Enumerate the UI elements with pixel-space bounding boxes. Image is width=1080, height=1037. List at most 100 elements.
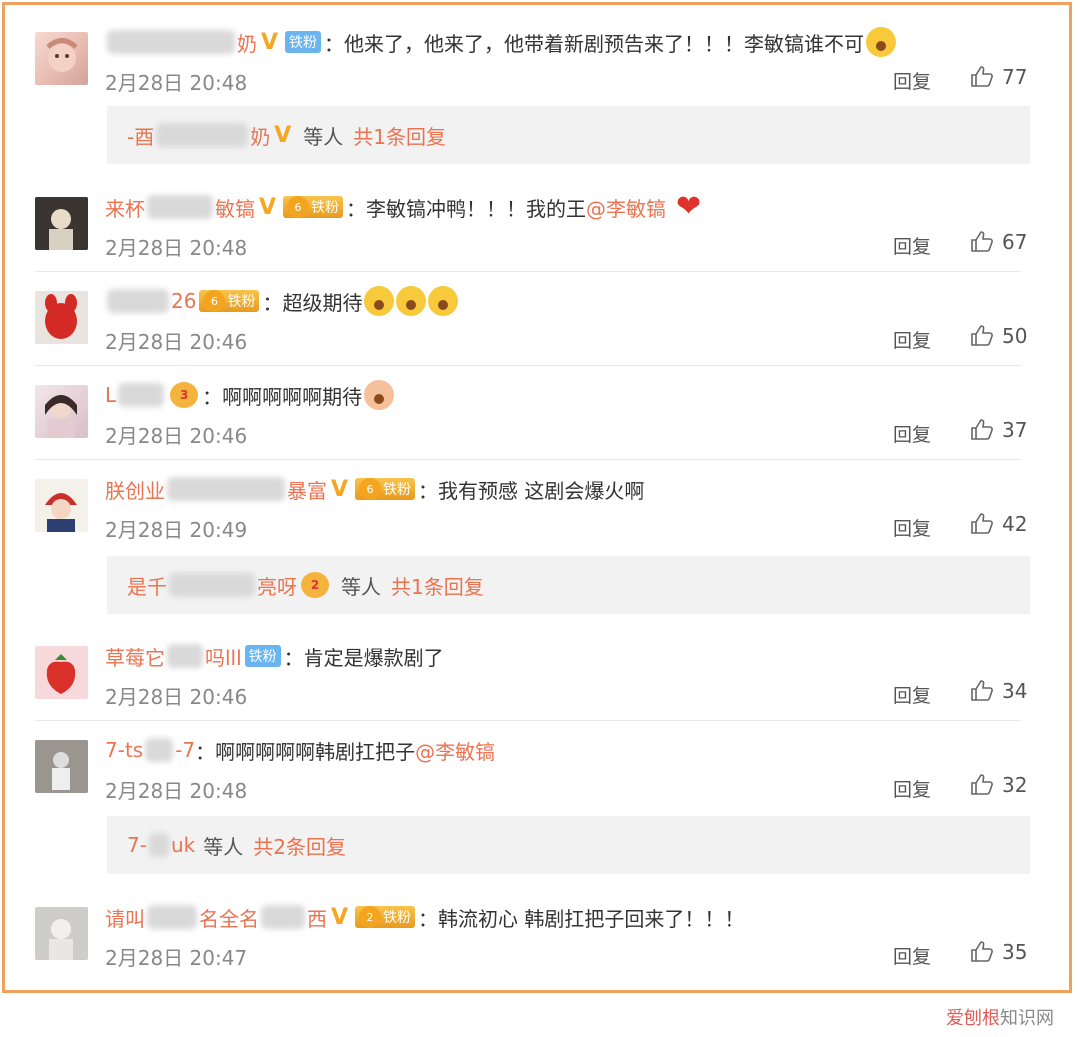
avatar[interactable] <box>35 479 88 532</box>
blurred-name <box>167 644 203 668</box>
like-button[interactable]: 37 <box>970 418 1027 442</box>
blurred-name <box>167 477 285 501</box>
comment-text: ：超级期待 <box>262 290 363 315</box>
surprised-emoji-icon <box>396 286 427 316</box>
surprised-emoji-icon <box>364 286 395 316</box>
comment-text: ：我有预感 这剧会爆火啊 <box>418 478 645 503</box>
reply-button[interactable]: 回复 <box>893 681 931 708</box>
username[interactable]: L <box>105 383 116 407</box>
fan-badge: 2 铁粉 <box>355 906 416 928</box>
crying-emoji-icon <box>866 27 897 57</box>
reply-button[interactable]: 回复 <box>893 514 931 541</box>
fan-badge: 6 铁粉 <box>355 478 416 500</box>
username[interactable]: 7-ts <box>105 738 143 762</box>
fan-badge: 6 铁粉 <box>199 290 260 312</box>
reply-button[interactable]: 回复 <box>893 232 931 259</box>
subreply-suffix: 等人 <box>341 574 381 599</box>
username[interactable]: 来杯 <box>105 193 145 222</box>
like-button[interactable]: 42 <box>970 512 1027 536</box>
like-count: 37 <box>1002 418 1028 442</box>
subreply-summary[interactable]: -酉 奶 V 等人 共1条回复 <box>107 106 1030 164</box>
like-button[interactable]: 77 <box>970 65 1027 89</box>
comment-text: ：韩流初心 韩剧扛把子回来了！！！ <box>418 906 745 931</box>
username-end[interactable]: 西 <box>307 903 327 932</box>
subreply-count-link[interactable]: 共1条回复 <box>353 121 446 150</box>
like-count: 32 <box>1002 773 1028 797</box>
subreply-suffix: 等人 <box>303 124 344 149</box>
like-button[interactable]: 35 <box>970 940 1027 964</box>
divider <box>35 365 1021 366</box>
thumbs-up-icon <box>971 774 993 795</box>
username[interactable]: 草莓它 <box>105 642 165 671</box>
divider <box>35 459 1021 460</box>
blurred-name <box>147 905 197 929</box>
crown-badge-icon: 2 <box>301 572 329 598</box>
thumbs-up-icon <box>971 325 993 346</box>
thumbs-up-icon <box>971 941 993 962</box>
reply-button[interactable]: 回复 <box>893 942 931 969</box>
subreply-username[interactable]: -酉 <box>127 121 154 150</box>
username[interactable]: 朕创业 <box>105 475 165 504</box>
comment-time: 2月28日 20:48 <box>105 236 248 260</box>
like-count: 42 <box>1002 512 1028 536</box>
like-button[interactable]: 32 <box>970 773 1027 797</box>
comment-text: ：肯定是爆款剧了 <box>283 645 444 670</box>
subreply-summary[interactable]: 是千 亮呀 2 等人 共1条回复 <box>107 556 1030 614</box>
subreply-username[interactable]: 是千 <box>127 571 167 600</box>
like-button[interactable]: 67 <box>970 230 1027 254</box>
subreply-count-link[interactable]: 共2条回复 <box>253 831 346 860</box>
mention-link[interactable]: @李敏镐 <box>586 193 666 222</box>
comment-time: 2月28日 20:46 <box>105 685 248 709</box>
subreply-summary[interactable]: 7- uk 等人 共2条回复 <box>107 816 1030 874</box>
username-end[interactable]: -7 <box>175 738 195 762</box>
avatar[interactable] <box>35 646 88 699</box>
avatar[interactable] <box>35 385 88 438</box>
fan-badge: 铁粉 <box>244 645 281 667</box>
reply-button[interactable]: 回复 <box>893 420 931 447</box>
mention-link[interactable]: @李敏镐 <box>415 736 495 765</box>
blurred-name <box>169 573 255 597</box>
like-count: 67 <box>1002 230 1028 254</box>
crown-icon: 6 <box>287 196 310 218</box>
blurred-name <box>156 123 249 147</box>
username-end[interactable]: 吗lll <box>205 642 242 671</box>
heart-emoji-icon: ❤ <box>676 189 702 224</box>
divider <box>35 271 1021 272</box>
thumbs-up-icon <box>971 419 993 440</box>
avatar[interactable] <box>35 197 88 250</box>
username-end[interactable]: 敏镐 <box>215 193 255 222</box>
like-button[interactable]: 50 <box>970 324 1027 348</box>
blurred-name <box>145 738 174 762</box>
username[interactable]: 奶 <box>237 28 257 57</box>
like-button[interactable]: 34 <box>970 679 1027 703</box>
crown-icon: 6 <box>359 478 382 500</box>
avatar[interactable] <box>35 32 88 85</box>
v-badge-icon: V <box>259 194 277 220</box>
avatar[interactable] <box>35 740 88 793</box>
subreply-username-end[interactable]: 亮呀 <box>257 571 297 600</box>
reply-button[interactable]: 回复 <box>893 775 931 802</box>
subreply-count-link[interactable]: 共1条回复 <box>391 571 484 600</box>
fan-badge: 铁粉 <box>285 31 322 53</box>
subreply-username-end[interactable]: 奶 <box>250 121 270 150</box>
username-end[interactable]: 暴富 <box>287 475 327 504</box>
blurred-name <box>148 833 169 857</box>
crown-icon: 2 <box>359 906 382 928</box>
username-mid[interactable]: 名全名 <box>199 903 259 932</box>
watermark-suffix: 知识网 <box>1000 1008 1054 1029</box>
subreply-username[interactable]: 7- <box>127 833 147 857</box>
username[interactable]: 请叫 <box>105 903 145 932</box>
username[interactable]: 26 <box>171 289 196 313</box>
comment-time: 2月28日 20:46 <box>105 424 248 448</box>
comment-panel: 奶 V 铁粉 ：他来了，他来了，他带着新剧预告来了！！！李敏镐谁不可 2月28日… <box>2 2 1072 993</box>
avatar[interactable] <box>35 907 88 960</box>
v-badge-icon: V <box>331 904 349 930</box>
avatar[interactable] <box>35 291 88 344</box>
watermark: 爱刨根知识网 <box>946 1004 1054 1030</box>
blurred-name <box>147 195 213 219</box>
subreply-username-end[interactable]: uk <box>171 833 195 857</box>
watermark-brand: 爱刨根 <box>946 1008 1000 1029</box>
reply-button[interactable]: 回复 <box>893 326 931 353</box>
reply-button[interactable]: 回复 <box>893 67 931 94</box>
subreply-suffix: 等人 <box>203 834 244 859</box>
